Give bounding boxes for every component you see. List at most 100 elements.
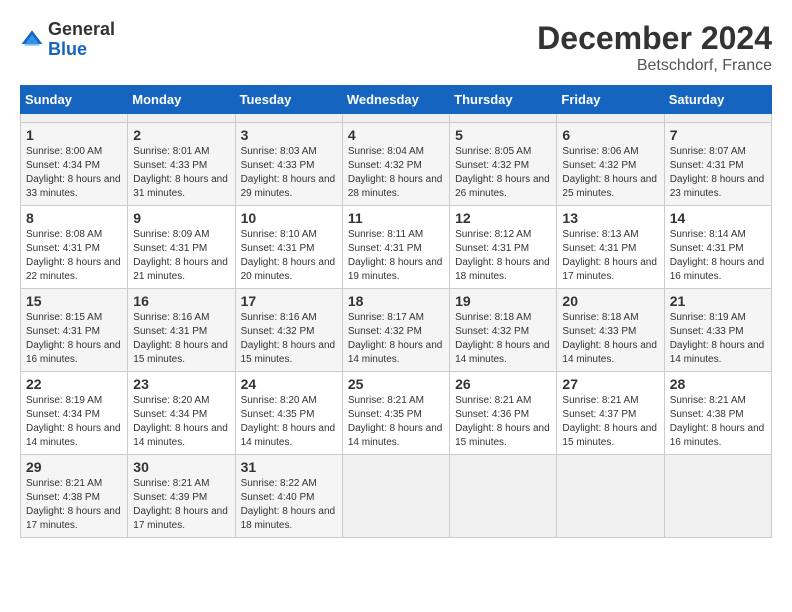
day-number: 11 [348,210,444,226]
day-number: 22 [26,376,122,392]
calendar-cell: 4Sunrise: 8:04 AMSunset: 4:32 PMDaylight… [342,123,449,206]
calendar-week-2: 1 Sunrise: 8:00 AMSunset: 4:34 PMDaylight… [21,123,772,206]
calendar-cell [450,114,557,123]
calendar-cell: 11Sunrise: 8:11 AMSunset: 4:31 PMDayligh… [342,206,449,289]
calendar-cell: 3 Sunrise: 8:03 AMSunset: 4:33 PMDaylight… [235,123,342,206]
day-info: Sunrise: 8:21 AMSunset: 4:37 PMDaylight:… [562,394,658,450]
header-thursday: Thursday [450,86,557,114]
day-info: Sunrise: 8:18 AMSunset: 4:33 PMDaylight:… [562,311,658,367]
calendar-cell: 26Sunrise: 8:21 AMSunset: 4:36 PMDayligh… [450,372,557,455]
calendar-cell [664,455,771,538]
day-number: 2 [133,127,229,143]
day-info: Sunrise: 8:01 AMSunset: 4:33 PMDaylight:… [133,145,229,201]
calendar-cell: 17 Sunrise: 8:16 AMSunset: 4:32 PMDayligh… [235,289,342,372]
day-info: Sunrise: 8:05 AMSunset: 4:32 PMDaylight:… [455,145,551,201]
calendar-cell [235,114,342,123]
day-number: 29 [26,459,122,475]
calendar-cell: 10Sunrise: 8:10 AMSunset: 4:31 PMDayligh… [235,206,342,289]
day-number: 17 [241,293,337,309]
header-friday: Friday [557,86,664,114]
calendar-cell: 27 Sunrise: 8:21 AMSunset: 4:37 PMDayligh… [557,372,664,455]
header-monday: Monday [128,86,235,114]
calendar-cell: 28 Sunrise: 8:21 AMSunset: 4:38 PMDayligh… [664,372,771,455]
day-info: Sunrise: 8:19 AMSunset: 4:33 PMDaylight:… [670,311,766,367]
calendar-cell: 30Sunrise: 8:21 AMSunset: 4:39 PMDayligh… [128,455,235,538]
day-number: 12 [455,210,551,226]
title-block: December 2024 Betschdorf, France [537,20,772,75]
day-number: 19 [455,293,551,309]
day-number: 5 [455,127,551,143]
calendar-cell [557,455,664,538]
calendar-header-row: SundayMondayTuesdayWednesdayThursdayFrid… [21,86,772,114]
calendar-cell [21,114,128,123]
calendar-cell: 7Sunrise: 8:07 AMSunset: 4:31 PMDaylight… [664,123,771,206]
day-number: 9 [133,210,229,226]
logo-icon [20,28,44,52]
calendar-cell: 29 Sunrise: 8:21 AMSunset: 4:38 PMDayligh… [21,455,128,538]
day-info: Sunrise: 8:19 AMSunset: 4:34 PMDaylight:… [26,394,122,450]
day-info: Sunrise: 8:16 AMSunset: 4:32 PMDaylight:… [241,311,337,367]
day-number: 8 [26,210,122,226]
day-number: 14 [670,210,766,226]
calendar-cell: 16Sunrise: 8:16 AMSunset: 4:31 PMDayligh… [128,289,235,372]
logo-blue: Blue [48,39,87,59]
day-number: 25 [348,376,444,392]
day-info: Sunrise: 8:04 AMSunset: 4:32 PMDaylight:… [348,145,444,201]
day-number: 18 [348,293,444,309]
calendar-week-3: 8 Sunrise: 8:08 AMSunset: 4:31 PMDaylight… [21,206,772,289]
day-info: Sunrise: 8:21 AMSunset: 4:39 PMDaylight:… [133,477,229,533]
day-number: 28 [670,376,766,392]
calendar-cell [342,114,449,123]
day-number: 24 [241,376,337,392]
day-info: Sunrise: 8:10 AMSunset: 4:31 PMDaylight:… [241,228,337,284]
day-number: 6 [562,127,658,143]
calendar-cell: 1 Sunrise: 8:00 AMSunset: 4:34 PMDaylight… [21,123,128,206]
calendar-cell: 21Sunrise: 8:19 AMSunset: 4:33 PMDayligh… [664,289,771,372]
day-number: 3 [241,127,337,143]
calendar-cell: 31 Sunrise: 8:22 AMSunset: 4:40 PMDayligh… [235,455,342,538]
calendar-cell [557,114,664,123]
day-number: 13 [562,210,658,226]
calendar-cell: 5 Sunrise: 8:05 AMSunset: 4:32 PMDaylight… [450,123,557,206]
calendar-week-6: 29 Sunrise: 8:21 AMSunset: 4:38 PMDayligh… [21,455,772,538]
calendar-cell: 8 Sunrise: 8:08 AMSunset: 4:31 PMDaylight… [21,206,128,289]
day-info: Sunrise: 8:03 AMSunset: 4:33 PMDaylight:… [241,145,337,201]
day-info: Sunrise: 8:21 AMSunset: 4:38 PMDaylight:… [26,477,122,533]
day-info: Sunrise: 8:21 AMSunset: 4:38 PMDaylight:… [670,394,766,450]
calendar-cell: 6 Sunrise: 8:06 AMSunset: 4:32 PMDaylight… [557,123,664,206]
logo: General Blue [20,20,115,60]
day-number: 23 [133,376,229,392]
day-info: Sunrise: 8:14 AMSunset: 4:31 PMDaylight:… [670,228,766,284]
day-info: Sunrise: 8:00 AMSunset: 4:34 PMDaylight:… [26,145,122,201]
day-info: Sunrise: 8:12 AMSunset: 4:31 PMDaylight:… [455,228,551,284]
day-info: Sunrise: 8:20 AMSunset: 4:34 PMDaylight:… [133,394,229,450]
calendar-cell: 14 Sunrise: 8:14 AMSunset: 4:31 PMDayligh… [664,206,771,289]
day-info: Sunrise: 8:18 AMSunset: 4:32 PMDaylight:… [455,311,551,367]
day-number: 1 [26,127,122,143]
day-number: 20 [562,293,658,309]
calendar-cell: 15Sunrise: 8:15 AMSunset: 4:31 PMDayligh… [21,289,128,372]
calendar-cell: 13Sunrise: 8:13 AMSunset: 4:31 PMDayligh… [557,206,664,289]
header-saturday: Saturday [664,86,771,114]
calendar-cell: 2 Sunrise: 8:01 AMSunset: 4:33 PMDaylight… [128,123,235,206]
day-info: Sunrise: 8:06 AMSunset: 4:32 PMDaylight:… [562,145,658,201]
calendar-cell: 24 Sunrise: 8:20 AMSunset: 4:35 PMDayligh… [235,372,342,455]
day-number: 31 [241,459,337,475]
day-info: Sunrise: 8:08 AMSunset: 4:31 PMDaylight:… [26,228,122,284]
calendar-cell [664,114,771,123]
calendar-week-5: 22 Sunrise: 8:19 AMSunset: 4:34 PMDayligh… [21,372,772,455]
day-number: 27 [562,376,658,392]
calendar-week-1 [21,114,772,123]
calendar-cell: 22 Sunrise: 8:19 AMSunset: 4:34 PMDayligh… [21,372,128,455]
day-info: Sunrise: 8:20 AMSunset: 4:35 PMDaylight:… [241,394,337,450]
calendar-cell: 12 Sunrise: 8:12 AMSunset: 4:31 PMDayligh… [450,206,557,289]
day-info: Sunrise: 8:22 AMSunset: 4:40 PMDaylight:… [241,477,337,533]
page-header: General Blue December 2024 Betschdorf, F… [20,20,772,75]
calendar-cell: 9Sunrise: 8:09 AMSunset: 4:31 PMDaylight… [128,206,235,289]
header-tuesday: Tuesday [235,86,342,114]
day-info: Sunrise: 8:17 AMSunset: 4:32 PMDaylight:… [348,311,444,367]
logo-general: General [48,19,115,39]
day-info: Sunrise: 8:15 AMSunset: 4:31 PMDaylight:… [26,311,122,367]
calendar-cell: 23 Sunrise: 8:20 AMSunset: 4:34 PMDayligh… [128,372,235,455]
calendar-cell: 25Sunrise: 8:21 AMSunset: 4:35 PMDayligh… [342,372,449,455]
